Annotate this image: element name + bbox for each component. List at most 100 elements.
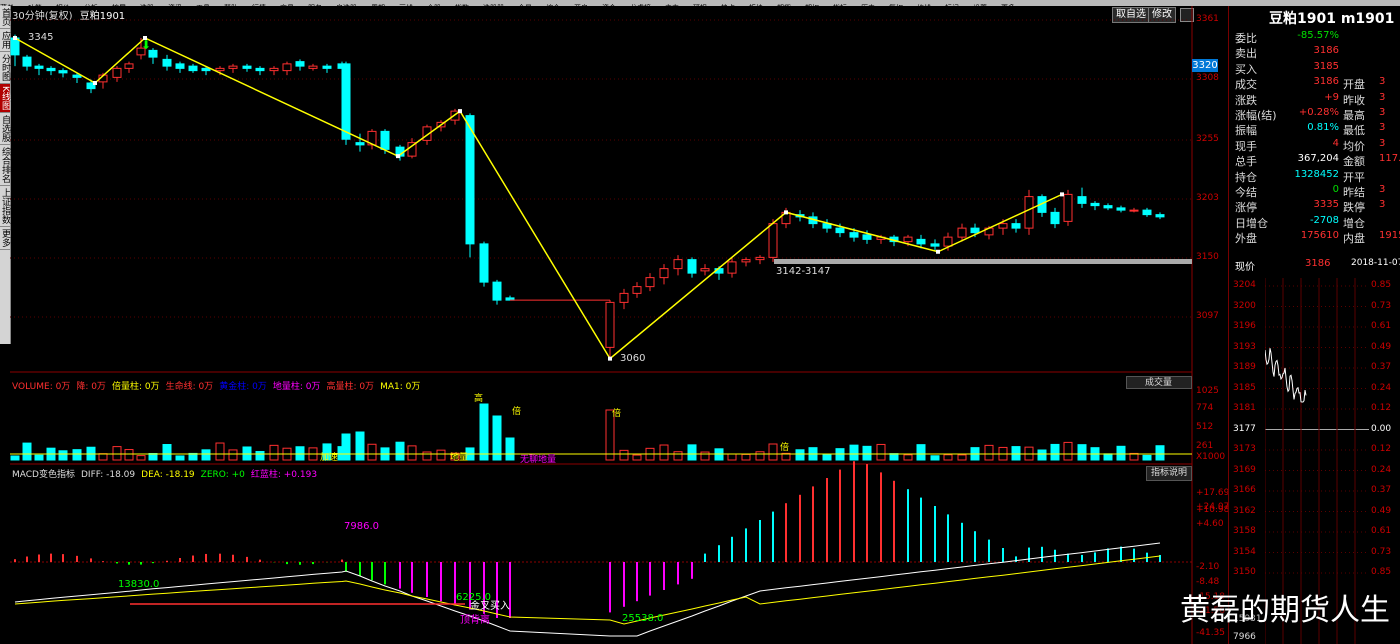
mini-axis-label: 3162 xyxy=(1233,505,1256,516)
mini-pct-label: 0.49 xyxy=(1371,341,1392,352)
indicator-help-button[interactable]: 指标说明 xyxy=(1146,466,1192,481)
candle xyxy=(72,74,82,78)
macd-item: MACD变色指标 xyxy=(12,470,75,480)
candle xyxy=(1142,209,1152,216)
volume-bar xyxy=(10,455,20,461)
quote-value: 3 xyxy=(1379,137,1386,149)
zigzag-line xyxy=(14,37,1063,360)
high-annotation: 3345 xyxy=(28,32,54,43)
current-price-tag: 3320 xyxy=(1192,59,1218,72)
candle xyxy=(1024,196,1034,229)
volume-bar xyxy=(72,449,82,461)
volume-axis-label: 261 xyxy=(1196,441,1214,451)
candle xyxy=(605,301,615,348)
candle xyxy=(1011,223,1021,229)
candle xyxy=(1090,202,1100,207)
left-tab[interactable]: K线图 xyxy=(0,84,10,113)
candle xyxy=(1103,205,1113,209)
volume-bar xyxy=(124,449,134,461)
mini-axis-label: 3177 xyxy=(1233,423,1256,434)
zigzag-node xyxy=(936,249,940,254)
macd-label: 25538.0 xyxy=(622,613,664,624)
quote-value: 367,204 xyxy=(1297,153,1339,165)
mini-pct-label: 0.85 xyxy=(1371,280,1392,290)
volume-bar xyxy=(255,450,265,461)
left-tab[interactable]: 首页 xyxy=(0,6,10,29)
volume-label: 高 xyxy=(474,394,484,404)
price-axis-label: 3255 xyxy=(1196,134,1219,144)
candle xyxy=(943,236,953,247)
volume-axis-label: 1025 xyxy=(1196,386,1219,396)
candle xyxy=(201,67,211,72)
candle xyxy=(700,268,710,272)
quote-label: 现手 xyxy=(1235,139,1257,153)
volume-label: 加速 xyxy=(320,453,339,463)
quote-value: 3 xyxy=(1379,199,1386,211)
volume-bar xyxy=(768,443,778,461)
macd-axis-label: -41.35 xyxy=(1196,628,1226,638)
candle xyxy=(255,67,265,72)
candle xyxy=(957,227,967,238)
volume-bar xyxy=(505,437,515,461)
quote-value: 3335 xyxy=(1313,199,1339,211)
dea-line xyxy=(14,555,1161,625)
mini-pct-label: 0.49 xyxy=(1371,505,1392,516)
indicator-item: VOLUME: 0万 xyxy=(12,382,71,392)
candle xyxy=(632,286,642,294)
volume-bar xyxy=(422,451,432,461)
quote-value: 0.81% xyxy=(1307,122,1339,134)
volume-dropdown[interactable]: 成交量 xyxy=(1126,376,1192,389)
volume-bar xyxy=(822,453,832,461)
quote-label: 增仓 xyxy=(1343,216,1365,230)
volume-bar xyxy=(395,441,405,461)
quote-value: 3186 xyxy=(1313,45,1339,57)
volume-bar xyxy=(98,453,108,461)
left-tab[interactable]: 自选股 xyxy=(0,113,10,145)
candle xyxy=(903,236,913,243)
indicator-item: 倍量柱: 0万 xyxy=(111,382,160,392)
mini-axis-label: 3185 xyxy=(1233,382,1256,393)
quote-value: 3185 xyxy=(1313,60,1339,72)
candle xyxy=(295,61,305,67)
volume-bar xyxy=(367,443,377,461)
candle xyxy=(1077,196,1087,204)
left-tab[interactable]: 更多 xyxy=(0,227,10,250)
volume-bar xyxy=(795,449,805,461)
candle xyxy=(687,259,697,274)
quote-label: 开盘 xyxy=(1343,78,1365,92)
macd-label: 顶背离 xyxy=(460,615,490,626)
quote-label: 买入 xyxy=(1235,62,1257,76)
volume-bar xyxy=(58,450,68,461)
zigzag-node xyxy=(1060,192,1064,197)
quote-label: 振幅 xyxy=(1235,124,1257,138)
left-tab[interactable]: 应用 xyxy=(0,29,10,52)
macd-axis-label: -2.10 xyxy=(1196,562,1220,572)
candle xyxy=(380,130,390,150)
candle xyxy=(46,67,56,72)
candle xyxy=(58,70,68,74)
quote-value: +0.28% xyxy=(1298,107,1339,118)
volume-bar xyxy=(727,453,737,461)
volume-bar xyxy=(1063,441,1073,461)
volume-label: 倍 xyxy=(612,409,622,419)
quote-label: 最低 xyxy=(1343,124,1365,138)
zigzag-node xyxy=(608,356,612,361)
volume-bar xyxy=(175,455,185,461)
mini-axis-label: 3154 xyxy=(1233,546,1256,557)
volume-bar xyxy=(215,442,225,461)
price-axis-label: 3308 xyxy=(1196,73,1219,83)
volume-bar xyxy=(34,454,44,461)
macd-axis-label: +17.69 xyxy=(1196,488,1230,498)
left-tab[interactable]: 分时图 xyxy=(0,52,10,84)
candle xyxy=(916,238,926,245)
candle xyxy=(175,63,185,69)
quote-label: 今结 xyxy=(1235,186,1257,199)
left-tab[interactable]: 上证指数 xyxy=(0,186,10,227)
main-chart[interactable] xyxy=(10,6,1228,644)
volume-bar xyxy=(436,449,446,461)
mini-pct-label: 0.37 xyxy=(1371,362,1392,372)
candle xyxy=(849,232,859,238)
mini-pct-label: 0.12 xyxy=(1371,444,1392,454)
quote-value: 3 xyxy=(1379,76,1386,88)
left-tab[interactable]: 综合排名 xyxy=(0,145,10,186)
